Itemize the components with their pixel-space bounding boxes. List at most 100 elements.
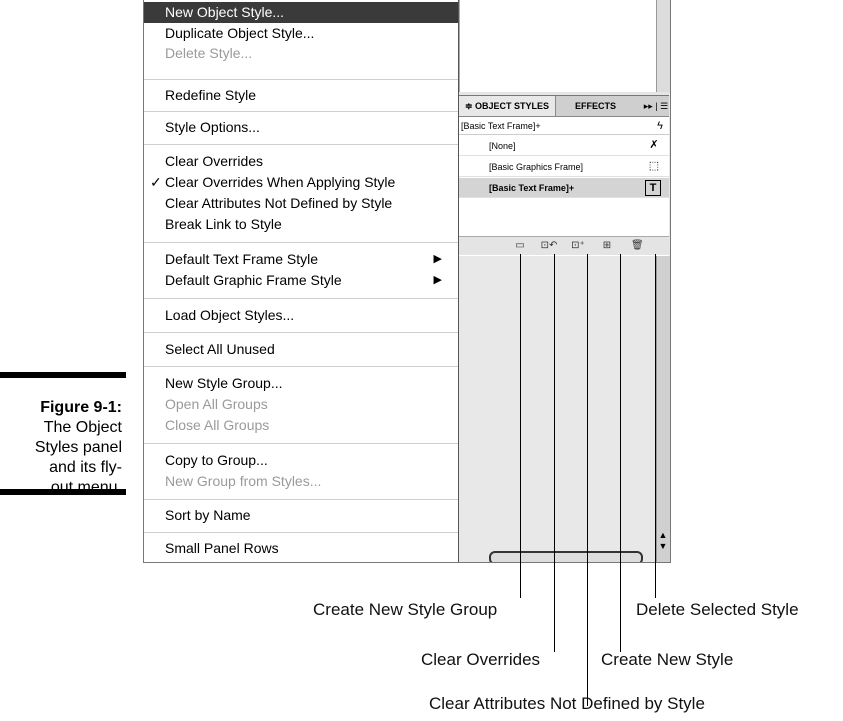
scroll-up-arrow-icon[interactable]: ▲ bbox=[657, 530, 669, 540]
menu-item-label: Copy to Group... bbox=[165, 452, 268, 468]
menu-item-label: Default Graphic Frame Style bbox=[165, 272, 342, 288]
menu-separator bbox=[144, 332, 458, 333]
menu-item-label: Open All Groups bbox=[165, 396, 268, 412]
menu-separator bbox=[144, 144, 458, 145]
document-area bbox=[459, 0, 670, 92]
checkmark-icon: ✓ bbox=[150, 174, 162, 190]
figure-caption: Figure 9-1: The Object Styles panel and … bbox=[0, 398, 122, 498]
menu-item-label: New Style Group... bbox=[165, 375, 283, 391]
menu-item-label: Load Object Styles... bbox=[165, 307, 295, 323]
menu-item-sort-by-name[interactable]: Sort by Name bbox=[144, 506, 458, 525]
menu-item-style-options[interactable]: Style Options... bbox=[144, 118, 458, 137]
submenu-arrow-icon: ▶ bbox=[433, 274, 442, 286]
menu-item-default-graphic-frame-style[interactable]: Default Graphic Frame Style ▶ bbox=[144, 271, 458, 290]
tab-object-styles[interactable]: ≑ OBJECT STYLES bbox=[459, 96, 557, 116]
menu-item-default-text-frame-style[interactable]: Default Text Frame Style ▶ bbox=[144, 250, 458, 269]
figure-label: Figure 9-1: bbox=[40, 399, 122, 416]
caption-bottom-bar bbox=[0, 489, 126, 495]
delete-style-icon[interactable]: 🗑 bbox=[631, 240, 644, 252]
menu-item-load-object-styles[interactable]: Load Object Styles... bbox=[144, 306, 458, 325]
menu-separator bbox=[144, 298, 458, 299]
current-style-row: [Basic Text Frame]+ ϟ bbox=[459, 117, 669, 135]
menu-item-label: Small Panel Rows bbox=[165, 540, 279, 556]
menu-item-label: Delete Style... bbox=[165, 45, 253, 61]
object-styles-panel: ≑ OBJECT STYLES EFFECTS ▸▸ | ☰ [Basic Te… bbox=[459, 95, 669, 256]
menu-item-duplicate-object-style[interactable]: Duplicate Object Style... bbox=[144, 24, 458, 43]
menu-item-label: New Object Style... bbox=[165, 4, 285, 20]
caption-line: Styles panel bbox=[34, 439, 122, 456]
callout-create-new-style: Create New Style bbox=[601, 650, 734, 669]
menu-item-label: Style Options... bbox=[165, 119, 260, 135]
menu-item-small-panel-rows[interactable]: Small Panel Rows bbox=[144, 539, 458, 558]
menu-item-select-all-unused[interactable]: Select All Unused bbox=[144, 340, 458, 359]
menu-item-close-all-groups[interactable]: Close All Groups bbox=[144, 416, 458, 435]
panel-footer: ▭ ⊡↶ ⊡⁺ ⊞ 🗑 bbox=[459, 236, 669, 255]
menu-item-new-group-from-styles[interactable]: New Group from Styles... bbox=[144, 472, 458, 491]
menu-item-label: Default Text Frame Style bbox=[165, 251, 319, 267]
style-row-basic-text-frame[interactable]: [Basic Text Frame]+ T bbox=[459, 178, 669, 198]
menu-item-clear-overrides-when-applying[interactable]: ✓ Clear Overrides When Applying Style bbox=[144, 173, 458, 192]
style-row-none[interactable]: [None] ✗ bbox=[459, 136, 669, 156]
caption-line: The Object bbox=[43, 419, 122, 436]
menu-item-label: Close All Groups bbox=[165, 417, 270, 433]
menu-item-label: Duplicate Object Style... bbox=[165, 25, 315, 41]
caption-line: and its fly- bbox=[49, 459, 122, 476]
menu-item-open-all-groups[interactable]: Open All Groups bbox=[144, 395, 458, 414]
style-name: [None] bbox=[489, 141, 516, 151]
callout-line-create-group bbox=[520, 254, 521, 598]
text-frame-icon: T bbox=[645, 180, 661, 196]
style-row-basic-graphics-frame[interactable]: [Basic Graphics Frame] ⬚ bbox=[459, 157, 669, 177]
menu-item-label: Clear Overrides When Applying Style bbox=[165, 174, 396, 190]
menu-item-label: Sort by Name bbox=[165, 507, 251, 523]
style-name: [Basic Text Frame]+ bbox=[489, 183, 575, 193]
document-scrollbar[interactable] bbox=[656, 0, 670, 92]
menu-separator bbox=[144, 366, 458, 367]
menu-item-delete-style[interactable]: Delete Style... bbox=[144, 44, 458, 63]
scroll-down-arrow-icon[interactable]: ▼ bbox=[657, 541, 669, 551]
menu-item-copy-to-group[interactable]: Copy to Group... bbox=[144, 451, 458, 470]
menu-item-clear-overrides[interactable]: Clear Overrides bbox=[144, 152, 458, 171]
menu-item-label: Clear Overrides bbox=[165, 153, 264, 169]
create-new-style-icon[interactable]: ⊞ bbox=[601, 240, 613, 252]
callout-line-create-style bbox=[620, 254, 621, 652]
caption-line: out menu. bbox=[50, 479, 122, 496]
menu-item-label: Break Link to Style bbox=[165, 216, 282, 232]
menu-separator bbox=[144, 443, 458, 444]
right-scrollbar[interactable] bbox=[656, 256, 670, 562]
callout-delete-selected-style: Delete Selected Style bbox=[636, 600, 799, 619]
menu-separator bbox=[144, 242, 458, 243]
callout-create-new-style-group: Create New Style Group bbox=[313, 600, 498, 619]
caption-top-bar bbox=[0, 372, 126, 378]
callout-clear-attributes: Clear Attributes Not Defined by Style bbox=[429, 694, 705, 713]
panel-menu-button[interactable]: ▸▸ | ☰ bbox=[643, 98, 669, 114]
menu-item-label: New Group from Styles... bbox=[165, 473, 322, 489]
callout-line-delete-style bbox=[655, 254, 656, 598]
callout-clear-overrides: Clear Overrides bbox=[421, 650, 541, 669]
none-style-icon: ✗ bbox=[649, 139, 659, 151]
menu-item-clear-attributes[interactable]: Clear Attributes Not Defined by Style bbox=[144, 194, 458, 213]
menu-item-label: Redefine Style bbox=[165, 87, 257, 103]
flyout-menu: New Object Style... Duplicate Object Sty… bbox=[144, 0, 459, 562]
menu-item-redefine-style[interactable]: Redefine Style bbox=[144, 86, 458, 105]
menu-separator bbox=[144, 79, 458, 80]
callout-line-clear-attributes bbox=[587, 254, 588, 706]
menu-item-break-link[interactable]: Break Link to Style bbox=[144, 215, 458, 234]
style-name: [Basic Graphics Frame] bbox=[489, 162, 584, 172]
menu-item-label: Select All Unused bbox=[165, 341, 275, 357]
menu-separator bbox=[144, 111, 458, 112]
create-new-style-group-icon[interactable]: ▭ bbox=[514, 240, 526, 252]
menu-item-new-object-style[interactable]: New Object Style... bbox=[144, 2, 458, 23]
current-style-label: [Basic Text Frame]+ bbox=[461, 121, 541, 131]
clear-attributes-icon[interactable]: ⊡⁺ bbox=[569, 240, 587, 252]
screenshot: ≑ OBJECT STYLES EFFECTS ▸▸ | ☰ [Basic Te… bbox=[143, 0, 671, 563]
panel-background bbox=[459, 256, 669, 562]
tab-effects[interactable]: EFFECTS bbox=[569, 96, 622, 116]
callout-line-clear-overrides bbox=[554, 254, 555, 652]
submenu-arrow-icon: ▶ bbox=[433, 253, 442, 265]
clear-overrides-icon[interactable]: ⊡↶ bbox=[539, 240, 559, 252]
menu-item-label: Clear Attributes Not Defined by Style bbox=[165, 195, 393, 211]
lightning-icon[interactable]: ϟ bbox=[657, 117, 663, 135]
graphics-frame-icon: ⬚ bbox=[648, 160, 660, 172]
menu-item-new-style-group[interactable]: New Style Group... bbox=[144, 374, 458, 393]
panel-tabs: ≑ OBJECT STYLES EFFECTS ▸▸ | ☰ bbox=[459, 96, 669, 117]
